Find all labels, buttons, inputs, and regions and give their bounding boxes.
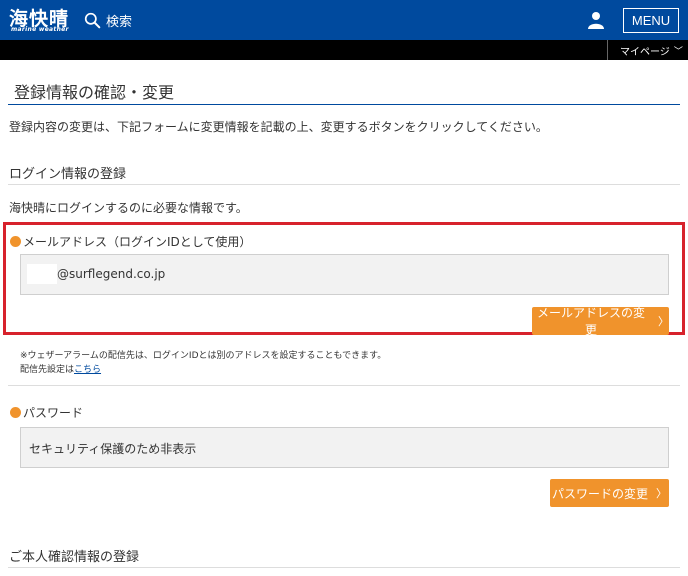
menu-button[interactable]: MENU [623,8,679,33]
mypage-dropdown[interactable]: マイページ ﹀ [607,40,688,60]
chevron-right-icon: 〉 [658,315,669,328]
password-label-text: パスワード [23,406,84,420]
password-display-field: セキュリティ保護のため非表示 [20,427,669,468]
bullet-dot-icon [10,236,21,247]
email-display-field: @surflegend.co.jp [20,254,669,295]
intro-text: 登録内容の変更は、下記フォームに変更情報を記載の上、変更するボタンをクリックして… [9,120,548,134]
section-divider [8,184,680,185]
email-value: @surflegend.co.jp [57,267,166,281]
search-icon [84,12,101,28]
change-email-label: メールアドレスの変更 [536,306,645,337]
bullet-dot-icon [10,407,21,418]
password-field-label: パスワード [10,404,83,421]
search-button[interactable]: 検索 [84,10,132,30]
alarm-note: ※ウェザーアラームの配信先は、ログインIDとは別のアドレスを設定することもできま… [20,351,387,361]
search-label: 検索 [106,14,133,30]
delivery-settings-link[interactable]: こちら [74,365,101,375]
delivery-note-prefix: 配信先設定は [20,365,75,375]
section-divider [8,385,680,386]
change-password-label: パスワードの変更 [551,486,648,501]
login-section-heading: ログイン情報の登録 [9,167,127,182]
user-icon[interactable] [587,11,605,29]
sub-nav-bar: マイページ ﹀ [0,40,688,60]
mypage-label: マイページ [620,46,670,58]
change-email-button[interactable]: メールアドレスの変更 〉 [532,306,669,337]
chevron-down-icon: ﹀ [673,46,683,57]
logo-subtext: marine weather [11,26,69,33]
site-header: 海快晴 marine weather 検索 MENU [0,0,688,40]
delivery-settings-note: 配信先設定はこちら [20,362,101,375]
email-redaction [27,264,57,284]
email-field-label: メールアドレス（ログインIDとして使用） [10,233,251,250]
login-section-description: 海快晴にログインするのに必要な情報です。 [9,201,248,215]
site-logo[interactable]: 海快晴 marine weather [9,6,71,34]
password-value: セキュリティ保護のため非表示 [29,442,197,456]
identity-section-heading: ご本人確認情報の登録 [9,550,140,565]
title-divider [8,104,680,105]
chevron-right-icon: 〉 [656,487,667,500]
change-password-button[interactable]: パスワードの変更 〉 [550,479,669,507]
section-divider [8,567,680,568]
page-title: 登録情報の確認・変更 [14,83,175,102]
email-label-text: メールアドレス（ログインIDとして使用） [23,235,252,249]
